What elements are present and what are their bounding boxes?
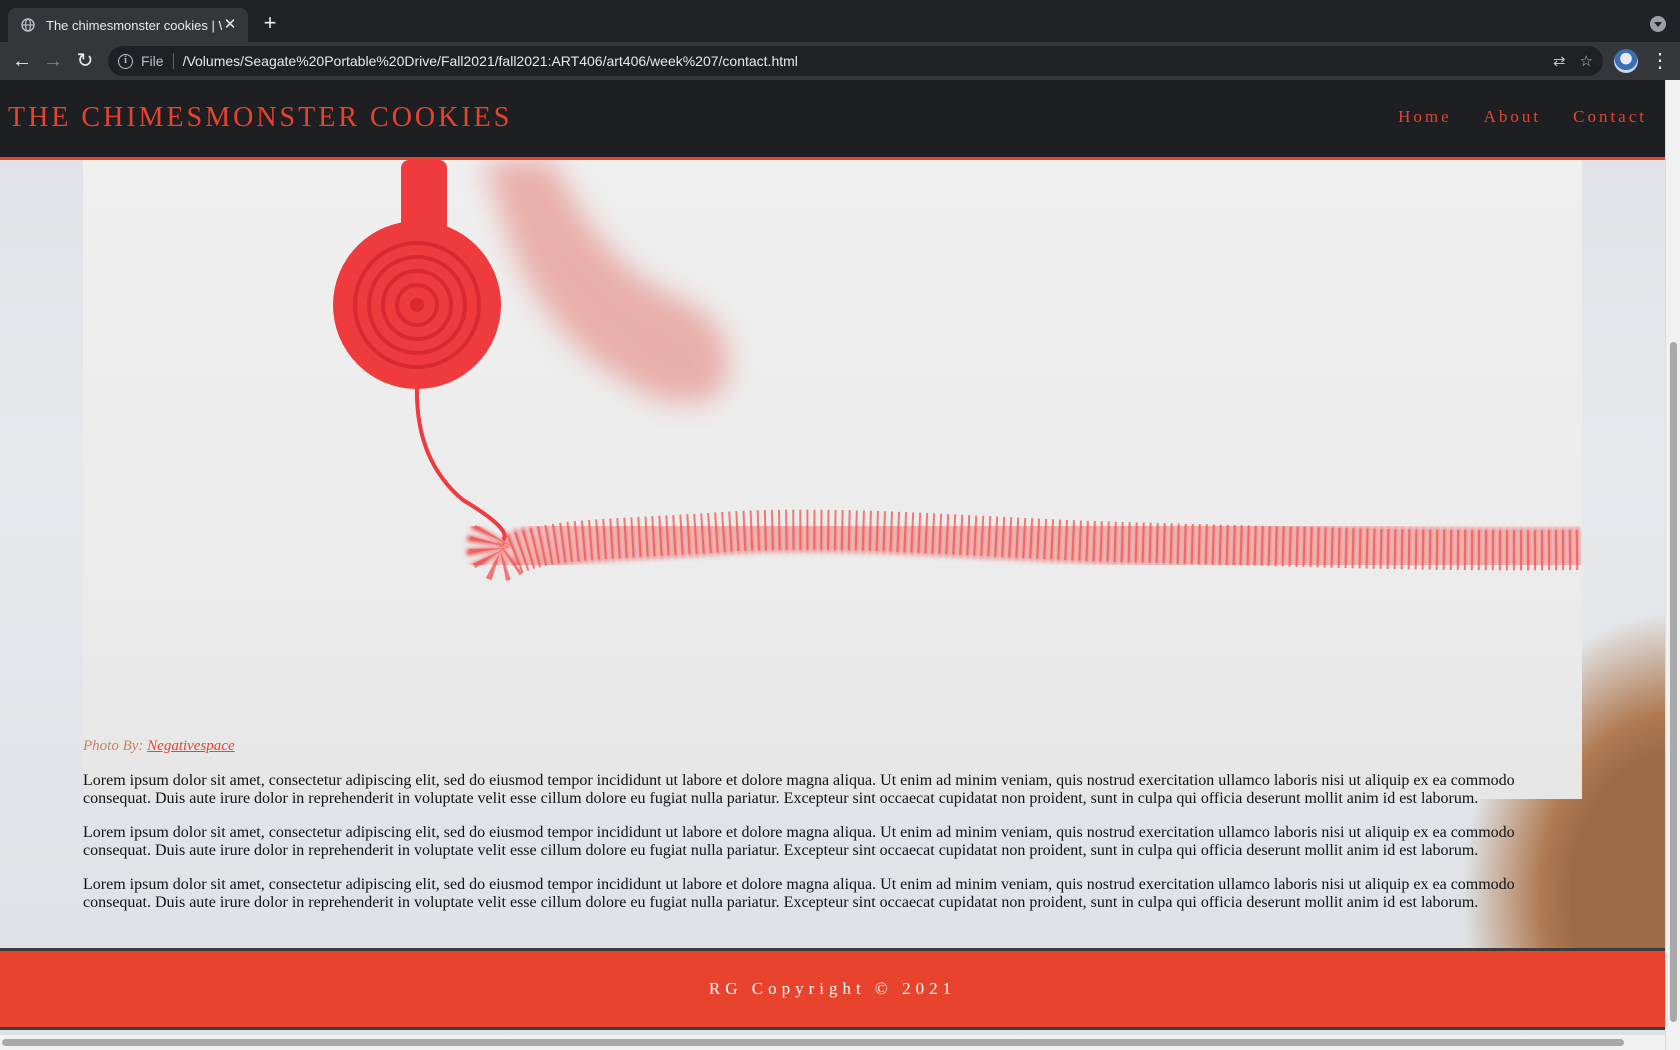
address-separator: [172, 53, 174, 69]
tab-title: The chimesmonster cookies | W: [46, 17, 222, 33]
bookmark-star-icon[interactable]: ☆: [1580, 52, 1593, 70]
nav-link-about[interactable]: About: [1484, 107, 1542, 127]
close-icon[interactable]: ✕: [222, 17, 238, 33]
horizontal-scrollbar-thumb[interactable]: [2, 1039, 1624, 1046]
url-text[interactable]: /Volumes/Seagate%20Portable%20Drive/Fall…: [183, 53, 1539, 69]
browser-tab-strip: The chimesmonster cookies | W ✕ +: [0, 0, 1680, 42]
horizontal-scrollbar[interactable]: [0, 1035, 1665, 1050]
site-header: THE CHIMESMONSTER COOKIES Home About Con…: [0, 80, 1665, 160]
photo-credit: Photo By: Negativespace: [83, 738, 235, 755]
profile-avatar[interactable]: [1614, 49, 1638, 73]
tab-search-icon[interactable]: [1650, 16, 1666, 32]
photo-credit-label: Photo By:: [83, 738, 144, 754]
nav-link-contact[interactable]: Contact: [1573, 107, 1647, 127]
vertical-scrollbar[interactable]: [1665, 80, 1680, 1050]
nav-link-home[interactable]: Home: [1398, 107, 1452, 127]
site-title: THE CHIMESMONSTER COOKIES: [8, 102, 513, 133]
vertical-scrollbar-thumb[interactable]: [1670, 342, 1677, 1022]
reload-button[interactable]: ↻: [73, 49, 97, 73]
browser-toolbar: ← → ↻ i File /Volumes/Seagate%20Portable…: [0, 42, 1680, 80]
site-footer: RG Copyright © 2021: [0, 948, 1665, 1030]
translate-icon[interactable]: ⇄: [1553, 52, 1566, 70]
paragraph: Lorem ipsum dolor sit amet, consectetur …: [83, 876, 1515, 911]
forward-button[interactable]: →: [41, 49, 65, 73]
new-tab-button[interactable]: +: [258, 12, 282, 36]
site-nav: Home About Contact: [1398, 107, 1647, 127]
back-button[interactable]: ←: [10, 49, 34, 73]
address-bar[interactable]: i File /Volumes/Seagate%20Portable%20Dri…: [108, 46, 1603, 76]
paragraph: Lorem ipsum dolor sit amet, consectetur …: [83, 824, 1515, 859]
page-content: Lorem ipsum dolor sit amet, consectetur …: [83, 772, 1523, 928]
hero-image-telephone: [83, 160, 1582, 799]
footer-copyright: RG Copyright © 2021: [708, 979, 957, 998]
photo-credit-link[interactable]: Negativespace: [147, 738, 234, 754]
paragraph: Lorem ipsum dolor sit amet, consectetur …: [83, 772, 1515, 807]
globe-icon: [20, 17, 36, 33]
browser-tab-active[interactable]: The chimesmonster cookies | W ✕: [8, 8, 248, 42]
file-scheme-label: File: [141, 53, 164, 69]
browser-menu-icon[interactable]: ⋮: [1650, 49, 1670, 73]
info-icon[interactable]: i: [118, 53, 133, 69]
page-viewport: THE CHIMESMONSTER COOKIES Home About Con…: [0, 80, 1680, 1050]
